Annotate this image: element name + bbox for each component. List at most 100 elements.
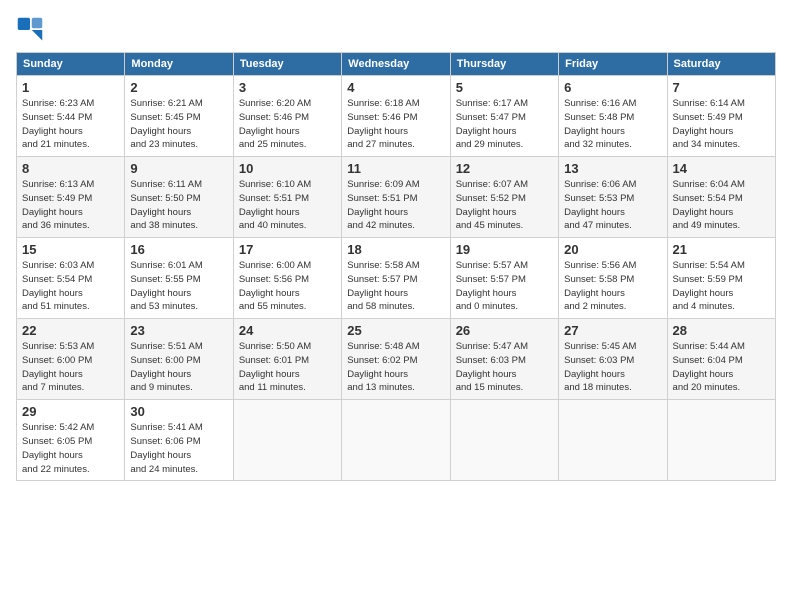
calendar-cell xyxy=(342,400,450,481)
day-number: 7 xyxy=(673,80,770,95)
calendar-cell: 14 Sunrise: 6:04 AMSunset: 5:54 PMDaylig… xyxy=(667,157,775,238)
day-header-tuesday: Tuesday xyxy=(233,53,341,76)
day-info: Sunrise: 6:00 AMSunset: 5:56 PMDaylight … xyxy=(239,259,336,314)
calendar-cell: 6 Sunrise: 6:16 AMSunset: 5:48 PMDayligh… xyxy=(559,76,667,157)
day-number: 4 xyxy=(347,80,444,95)
calendar-cell: 9 Sunrise: 6:11 AMSunset: 5:50 PMDayligh… xyxy=(125,157,233,238)
page-header xyxy=(16,16,776,44)
calendar-cell: 7 Sunrise: 6:14 AMSunset: 5:49 PMDayligh… xyxy=(667,76,775,157)
calendar-week-row: 8 Sunrise: 6:13 AMSunset: 5:49 PMDayligh… xyxy=(17,157,776,238)
day-number: 16 xyxy=(130,242,227,257)
calendar-cell: 28 Sunrise: 5:44 AMSunset: 6:04 PMDaylig… xyxy=(667,319,775,400)
calendar-cell: 21 Sunrise: 5:54 AMSunset: 5:59 PMDaylig… xyxy=(667,238,775,319)
calendar-cell: 20 Sunrise: 5:56 AMSunset: 5:58 PMDaylig… xyxy=(559,238,667,319)
calendar-week-row: 22 Sunrise: 5:53 AMSunset: 6:00 PMDaylig… xyxy=(17,319,776,400)
calendar-cell: 4 Sunrise: 6:18 AMSunset: 5:46 PMDayligh… xyxy=(342,76,450,157)
calendar-cell: 1 Sunrise: 6:23 AMSunset: 5:44 PMDayligh… xyxy=(17,76,125,157)
day-info: Sunrise: 6:09 AMSunset: 5:51 PMDaylight … xyxy=(347,178,444,233)
day-info: Sunrise: 5:45 AMSunset: 6:03 PMDaylight … xyxy=(564,340,661,395)
calendar-cell: 26 Sunrise: 5:47 AMSunset: 6:03 PMDaylig… xyxy=(450,319,558,400)
day-info: Sunrise: 5:58 AMSunset: 5:57 PMDaylight … xyxy=(347,259,444,314)
day-number: 22 xyxy=(22,323,119,338)
day-info: Sunrise: 5:54 AMSunset: 5:59 PMDaylight … xyxy=(673,259,770,314)
day-number: 6 xyxy=(564,80,661,95)
day-number: 29 xyxy=(22,404,119,419)
calendar-cell: 25 Sunrise: 5:48 AMSunset: 6:02 PMDaylig… xyxy=(342,319,450,400)
day-number: 10 xyxy=(239,161,336,176)
day-number: 1 xyxy=(22,80,119,95)
day-header-saturday: Saturday xyxy=(667,53,775,76)
day-header-friday: Friday xyxy=(559,53,667,76)
day-number: 8 xyxy=(22,161,119,176)
day-number: 12 xyxy=(456,161,553,176)
day-number: 21 xyxy=(673,242,770,257)
day-info: Sunrise: 6:04 AMSunset: 5:54 PMDaylight … xyxy=(673,178,770,233)
day-number: 20 xyxy=(564,242,661,257)
day-number: 23 xyxy=(130,323,227,338)
day-info: Sunrise: 6:13 AMSunset: 5:49 PMDaylight … xyxy=(22,178,119,233)
calendar-cell: 27 Sunrise: 5:45 AMSunset: 6:03 PMDaylig… xyxy=(559,319,667,400)
day-info: Sunrise: 5:42 AMSunset: 6:05 PMDaylight … xyxy=(22,421,119,476)
day-info: Sunrise: 6:17 AMSunset: 5:47 PMDaylight … xyxy=(456,97,553,152)
calendar-cell: 10 Sunrise: 6:10 AMSunset: 5:51 PMDaylig… xyxy=(233,157,341,238)
day-number: 5 xyxy=(456,80,553,95)
logo-icon xyxy=(16,16,44,44)
calendar-cell: 17 Sunrise: 6:00 AMSunset: 5:56 PMDaylig… xyxy=(233,238,341,319)
day-number: 2 xyxy=(130,80,227,95)
calendar-cell: 11 Sunrise: 6:09 AMSunset: 5:51 PMDaylig… xyxy=(342,157,450,238)
calendar-cell xyxy=(233,400,341,481)
day-info: Sunrise: 5:56 AMSunset: 5:58 PMDaylight … xyxy=(564,259,661,314)
calendar-cell xyxy=(559,400,667,481)
calendar-cell: 13 Sunrise: 6:06 AMSunset: 5:53 PMDaylig… xyxy=(559,157,667,238)
calendar-header-row: SundayMondayTuesdayWednesdayThursdayFrid… xyxy=(17,53,776,76)
day-info: Sunrise: 6:06 AMSunset: 5:53 PMDaylight … xyxy=(564,178,661,233)
calendar-cell: 3 Sunrise: 6:20 AMSunset: 5:46 PMDayligh… xyxy=(233,76,341,157)
day-number: 15 xyxy=(22,242,119,257)
calendar-table: SundayMondayTuesdayWednesdayThursdayFrid… xyxy=(16,52,776,481)
day-number: 26 xyxy=(456,323,553,338)
day-number: 3 xyxy=(239,80,336,95)
calendar-cell xyxy=(667,400,775,481)
day-info: Sunrise: 5:50 AMSunset: 6:01 PMDaylight … xyxy=(239,340,336,395)
day-number: 13 xyxy=(564,161,661,176)
day-number: 11 xyxy=(347,161,444,176)
day-number: 19 xyxy=(456,242,553,257)
day-header-sunday: Sunday xyxy=(17,53,125,76)
day-info: Sunrise: 6:11 AMSunset: 5:50 PMDaylight … xyxy=(130,178,227,233)
day-info: Sunrise: 6:14 AMSunset: 5:49 PMDaylight … xyxy=(673,97,770,152)
day-info: Sunrise: 5:44 AMSunset: 6:04 PMDaylight … xyxy=(673,340,770,395)
calendar-cell: 15 Sunrise: 6:03 AMSunset: 5:54 PMDaylig… xyxy=(17,238,125,319)
calendar-cell: 23 Sunrise: 5:51 AMSunset: 6:00 PMDaylig… xyxy=(125,319,233,400)
day-info: Sunrise: 6:16 AMSunset: 5:48 PMDaylight … xyxy=(564,97,661,152)
day-number: 17 xyxy=(239,242,336,257)
calendar-cell: 24 Sunrise: 5:50 AMSunset: 6:01 PMDaylig… xyxy=(233,319,341,400)
calendar-week-row: 15 Sunrise: 6:03 AMSunset: 5:54 PMDaylig… xyxy=(17,238,776,319)
day-header-wednesday: Wednesday xyxy=(342,53,450,76)
day-header-thursday: Thursday xyxy=(450,53,558,76)
day-number: 30 xyxy=(130,404,227,419)
day-info: Sunrise: 5:53 AMSunset: 6:00 PMDaylight … xyxy=(22,340,119,395)
day-info: Sunrise: 6:01 AMSunset: 5:55 PMDaylight … xyxy=(130,259,227,314)
day-info: Sunrise: 5:57 AMSunset: 5:57 PMDaylight … xyxy=(456,259,553,314)
day-number: 14 xyxy=(673,161,770,176)
day-info: Sunrise: 6:10 AMSunset: 5:51 PMDaylight … xyxy=(239,178,336,233)
calendar-cell: 29 Sunrise: 5:42 AMSunset: 6:05 PMDaylig… xyxy=(17,400,125,481)
day-info: Sunrise: 6:21 AMSunset: 5:45 PMDaylight … xyxy=(130,97,227,152)
calendar-cell: 19 Sunrise: 5:57 AMSunset: 5:57 PMDaylig… xyxy=(450,238,558,319)
day-info: Sunrise: 5:41 AMSunset: 6:06 PMDaylight … xyxy=(130,421,227,476)
day-info: Sunrise: 6:20 AMSunset: 5:46 PMDaylight … xyxy=(239,97,336,152)
day-number: 18 xyxy=(347,242,444,257)
day-info: Sunrise: 6:23 AMSunset: 5:44 PMDaylight … xyxy=(22,97,119,152)
day-info: Sunrise: 5:51 AMSunset: 6:00 PMDaylight … xyxy=(130,340,227,395)
day-number: 27 xyxy=(564,323,661,338)
calendar-week-row: 1 Sunrise: 6:23 AMSunset: 5:44 PMDayligh… xyxy=(17,76,776,157)
day-number: 24 xyxy=(239,323,336,338)
day-info: Sunrise: 5:48 AMSunset: 6:02 PMDaylight … xyxy=(347,340,444,395)
calendar-cell: 22 Sunrise: 5:53 AMSunset: 6:00 PMDaylig… xyxy=(17,319,125,400)
logo xyxy=(16,16,48,44)
calendar-cell xyxy=(450,400,558,481)
day-info: Sunrise: 5:47 AMSunset: 6:03 PMDaylight … xyxy=(456,340,553,395)
calendar-week-row: 29 Sunrise: 5:42 AMSunset: 6:05 PMDaylig… xyxy=(17,400,776,481)
day-info: Sunrise: 6:03 AMSunset: 5:54 PMDaylight … xyxy=(22,259,119,314)
calendar-cell: 18 Sunrise: 5:58 AMSunset: 5:57 PMDaylig… xyxy=(342,238,450,319)
